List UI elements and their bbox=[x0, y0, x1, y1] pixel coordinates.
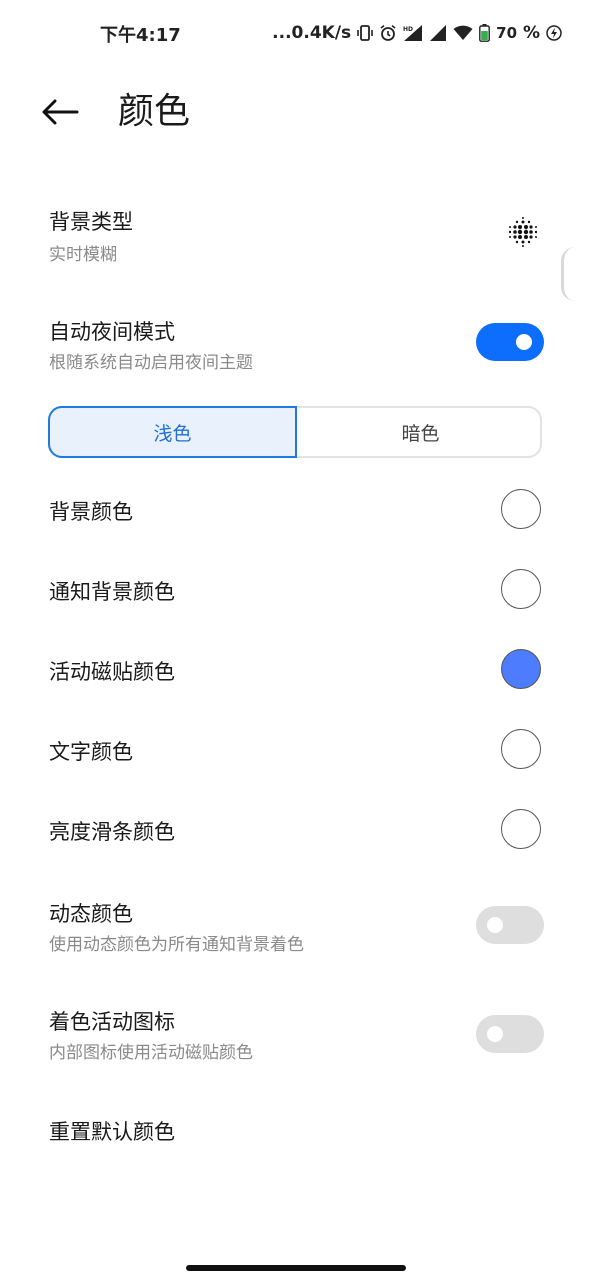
charging-icon bbox=[546, 25, 562, 41]
toggle-knob bbox=[487, 917, 503, 933]
battery-icon bbox=[479, 24, 491, 42]
auto-night-row[interactable]: 自动夜间模式 根随系统自动启用夜间主题 bbox=[0, 304, 592, 384]
auto-night-toggle[interactable] bbox=[476, 323, 544, 361]
edge-handle[interactable] bbox=[561, 247, 578, 301]
page-title: 颜色 bbox=[118, 91, 191, 132]
color-row-active-tile[interactable]: 活动磁贴颜色 bbox=[0, 644, 592, 696]
toggle-knob bbox=[516, 334, 532, 350]
status-icons: ...0.4K/s HD 70 % bbox=[272, 20, 562, 46]
color-row-label: 背景颜色 bbox=[49, 500, 133, 524]
blur-dots-icon bbox=[506, 215, 540, 253]
color-swatch-text[interactable] bbox=[501, 729, 541, 769]
dynamic-color-subtitle: 使用动态颜色为所有通知背景着色 bbox=[49, 935, 304, 955]
color-row-notification-background[interactable]: 通知背景颜色 bbox=[0, 564, 592, 616]
wifi-icon bbox=[453, 25, 473, 41]
color-row-brightness-slider[interactable]: 亮度滑条颜色 bbox=[0, 804, 592, 856]
theme-segmented-control: 浅色 暗色 bbox=[48, 406, 542, 458]
background-type-row[interactable]: 背景类型 实时模糊 bbox=[0, 196, 592, 276]
tint-icons-title: 着色活动图标 bbox=[49, 1010, 175, 1034]
color-row-background[interactable]: 背景颜色 bbox=[0, 484, 592, 536]
color-row-label: 文字颜色 bbox=[49, 740, 133, 764]
reset-colors-label: 重置默认颜色 bbox=[49, 1120, 175, 1144]
home-indicator[interactable] bbox=[186, 1265, 406, 1271]
color-swatch-notification-background[interactable] bbox=[501, 569, 541, 609]
header: 颜色 bbox=[0, 74, 592, 154]
color-row-label: 通知背景颜色 bbox=[49, 580, 175, 604]
background-type-value: 实时模糊 bbox=[49, 245, 117, 265]
back-button[interactable] bbox=[38, 92, 82, 132]
dynamic-color-toggle[interactable] bbox=[476, 906, 544, 944]
battery-percent: 70 bbox=[496, 24, 518, 42]
dynamic-color-title: 动态颜色 bbox=[49, 902, 133, 926]
tint-icons-subtitle: 内部图标使用活动磁贴颜色 bbox=[49, 1043, 253, 1063]
color-swatch-active-tile[interactable] bbox=[501, 649, 541, 689]
color-row-label: 亮度滑条颜色 bbox=[49, 820, 175, 844]
color-swatch-background[interactable] bbox=[501, 489, 541, 529]
tab-light[interactable]: 浅色 bbox=[48, 406, 297, 458]
color-row-text[interactable]: 文字颜色 bbox=[0, 724, 592, 776]
svg-text:HD: HD bbox=[403, 26, 413, 33]
color-swatch-brightness-slider[interactable] bbox=[501, 809, 541, 849]
reset-colors-row[interactable]: 重置默认颜色 bbox=[0, 1104, 592, 1156]
battery-percent-sign: % bbox=[522, 23, 540, 43]
toggle-knob bbox=[487, 1026, 503, 1042]
auto-night-subtitle: 根随系统自动启用夜间主题 bbox=[49, 353, 253, 373]
tab-dark[interactable]: 暗色 bbox=[297, 406, 544, 458]
tint-icons-row[interactable]: 着色活动图标 内部图标使用活动磁贴颜色 bbox=[0, 996, 592, 1076]
status-bar: 下午4:17 ...0.4K/s HD 70 % bbox=[0, 0, 592, 64]
net-speed: ...0.4K/s bbox=[272, 23, 352, 43]
background-type-title: 背景类型 bbox=[49, 210, 133, 234]
dynamic-color-row[interactable]: 动态颜色 使用动态颜色为所有通知背景着色 bbox=[0, 888, 592, 968]
color-row-label: 活动磁贴颜色 bbox=[49, 660, 175, 684]
auto-night-title: 自动夜间模式 bbox=[49, 320, 175, 344]
signal-hd-icon: HD bbox=[403, 24, 423, 42]
tint-icons-toggle[interactable] bbox=[476, 1015, 544, 1053]
signal-icon bbox=[429, 24, 447, 42]
alarm-icon bbox=[379, 24, 397, 42]
vibrate-icon bbox=[357, 24, 373, 42]
arrow-left-icon bbox=[42, 99, 79, 125]
status-time: 下午4:17 bbox=[100, 25, 181, 46]
